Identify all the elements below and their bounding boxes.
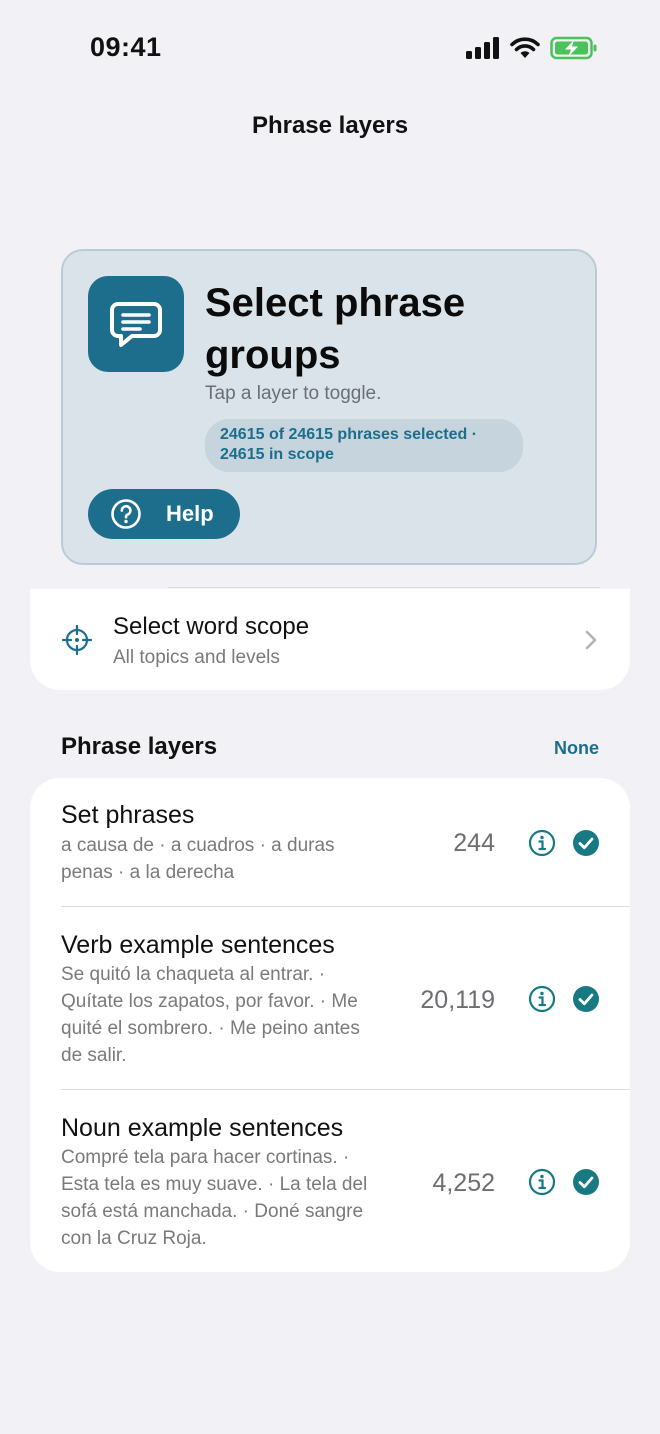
status-icons [466,36,598,60]
layer-row-set-phrases[interactable]: Set phrases a causa de · a cuadros · a d… [30,778,630,906]
layer-count: 20,119 [420,986,495,1014]
help-button-label: Help [166,501,214,526]
layer-count: 244 [453,829,495,857]
chat-bubble-icon [88,276,184,372]
info-circle-icon[interactable] [528,985,556,1013]
status-bar: 09:41 [0,0,660,96]
hero-card: Select phrase groups Tap a layer to togg… [61,249,597,565]
checkmark-circle-icon[interactable] [572,985,600,1013]
checkmark-circle-icon[interactable] [572,829,600,857]
word-scope-subtitle: All topics and levels [113,647,280,668]
word-scope-title: Select word scope [113,613,310,640]
cellular-signal-icon [466,37,499,59]
status-time: 09:41 [90,32,162,62]
layer-title: Noun example sentences [61,1114,344,1142]
selection-summary-badge: 24615 of 24615 phrases selected · 24615 … [205,419,523,472]
checkmark-circle-icon[interactable] [572,1168,600,1196]
select-none-button[interactable]: None [554,738,599,759]
hero-subtitle: Tap a layer to toggle. [205,383,382,404]
info-circle-icon[interactable] [528,1168,556,1196]
layer-count: 4,252 [432,1169,495,1197]
layer-title: Verb example sentences [61,931,335,959]
wifi-icon [510,37,540,58]
info-circle-icon[interactable] [528,829,556,857]
crosshair-icon [62,625,92,655]
hero-title: Select phrase groups [205,281,466,377]
word-scope-row[interactable]: Select word scope All topics and levels [30,589,630,690]
layer-description: a causa de · a cuadros · a duras penas ·… [61,835,335,883]
layer-row-noun-examples[interactable]: Noun example sentences Compré tela para … [30,1090,630,1272]
layer-description: Compré tela para hacer cortinas. · Esta … [61,1147,368,1249]
layer-description: Se quitó la chaqueta al entrar. · Quítat… [61,964,360,1066]
layer-title: Set phrases [61,801,195,829]
battery-charging-icon [550,36,597,60]
layer-row-verb-examples[interactable]: Verb example sentences Se quitó la chaqu… [30,907,630,1089]
nav-title: Phrase layers [251,112,409,139]
question-circle-icon [111,499,141,529]
chevron-right-icon [585,630,597,650]
divider [168,587,600,588]
phrase-layers-list: Set phrases a causa de · a cuadros · a d… [30,778,630,1272]
help-button[interactable]: Help [88,489,240,539]
section-title: Phrase layers [61,733,218,760]
